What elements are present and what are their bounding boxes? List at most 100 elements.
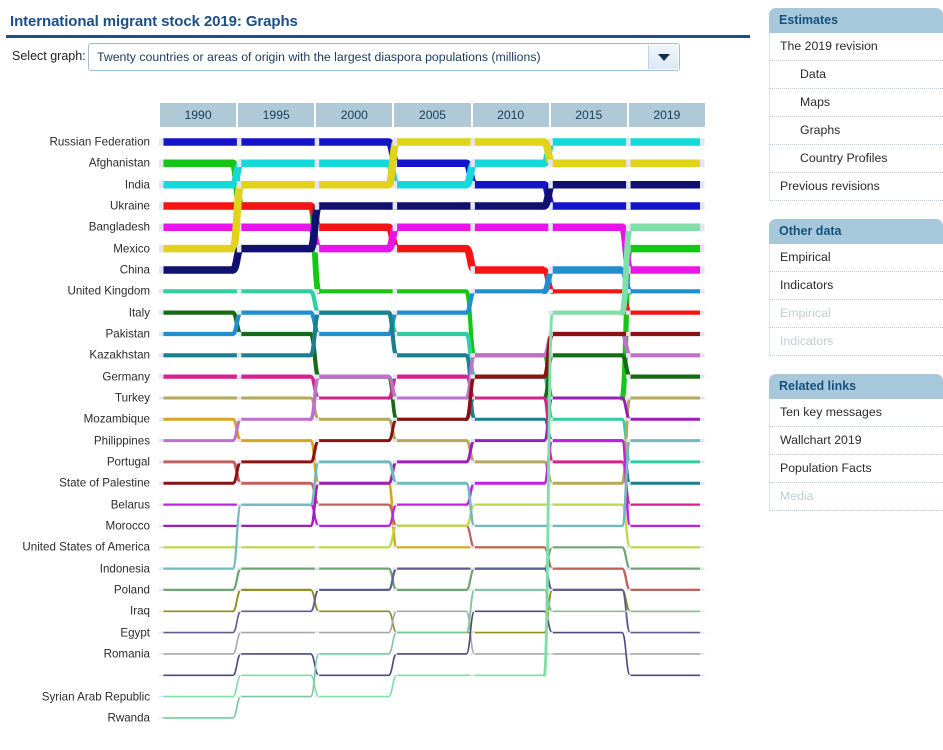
data-point-marker [314,439,320,443]
data-point-marker [159,417,164,421]
graph-selector-row: Select graph: Twenty countries or areas … [0,43,755,71]
data-point-marker [314,546,320,549]
sidebar-item-data[interactable]: Data [770,61,943,89]
data-point-marker [626,588,631,591]
data-point-marker [700,439,705,443]
data-point-marker [700,138,705,146]
data-point-marker [470,374,475,379]
graph-select-value: Twenty countries or areas of origin with… [97,50,541,64]
sidebar-item-country-profiles[interactable]: Country Profiles [770,145,943,173]
data-point-marker [548,610,553,613]
sidebar-panel-title: Other data [769,219,943,244]
data-point-marker [548,223,553,232]
data-point-marker [159,674,164,677]
data-point-marker [470,266,475,274]
data-point-marker [314,460,320,464]
data-point-marker [700,266,705,274]
data-point-marker [392,202,398,210]
data-point-marker [159,460,164,464]
data-point-marker [700,202,705,210]
data-point-marker [700,610,705,613]
sidebar-item-maps[interactable]: Maps [770,89,943,117]
sidebar-item-empirical[interactable]: Empirical [770,244,943,272]
sidebar-panel-items: Empirical Indicators Empirical Indicators [769,244,943,356]
data-point-marker [470,460,475,464]
country-label: Pakistan [105,327,150,341]
sidebar-item-previous-revisions[interactable]: Previous revisions [770,173,943,201]
data-point-marker [700,631,705,634]
data-point-marker [159,180,164,189]
country-label: Egypt [120,626,150,640]
data-point-marker [159,266,164,274]
country-label: United Kingdom [67,284,151,298]
chevron-down-icon[interactable] [648,45,678,69]
data-point-marker [159,481,164,485]
data-point-marker [236,353,242,358]
main-content: International migrant stock 2019: Graphs… [0,0,755,750]
data-point-marker [470,159,475,168]
data-point-marker [700,588,705,591]
country-label: Italy [128,306,150,320]
data-point-marker [314,567,320,570]
data-point-marker [700,546,705,549]
data-point-marker [700,460,705,464]
data-point-marker [314,695,320,698]
sidebar-item-ten-key-messages[interactable]: Ten key messages [770,399,943,427]
sidebar-panel: Other data Empirical Indicators Empirical In… [769,219,943,356]
data-point-marker [626,546,631,549]
data-point-marker [392,481,398,485]
data-point-marker [470,567,475,570]
data-point-marker [626,439,631,443]
data-point-marker [314,631,320,634]
sidebar-panel: Related links Ten key messages Wallchart 2… [769,374,943,511]
country-label: Poland [113,583,150,597]
data-point-marker [159,503,164,506]
data-point-marker [236,503,242,506]
country-label: Turkey [114,391,150,405]
series-line [159,567,705,634]
country-label: India [124,178,150,192]
data-point-marker [314,588,320,591]
sidebar-item-population-facts[interactable]: Population Facts [770,455,943,483]
data-point-marker [159,202,164,210]
series-line [159,610,705,677]
data-point-marker [700,396,705,400]
data-point-marker [626,417,631,421]
data-point-marker [159,223,164,232]
sidebar-panel: Estimates The 2019 revision Data Maps Graphs… [769,8,943,201]
data-point-marker [236,289,242,294]
country-label: Morocco [105,519,150,533]
sidebar-item-indicators[interactable]: Indicators [770,272,943,300]
data-point-marker [700,223,705,232]
data-point-marker [700,244,705,253]
country-label: Germany [102,370,150,384]
data-point-marker [392,374,398,379]
data-point-marker [159,289,164,294]
sidebar-item-wallchart-2019[interactable]: Wallchart 2019 [770,427,943,455]
data-point-marker [159,717,164,719]
country-label: Bangladesh [88,220,150,234]
data-point-marker [159,439,164,443]
sidebar-item-graphs[interactable]: Graphs [770,117,943,145]
data-point-marker [236,396,242,400]
graph-select-dropdown[interactable]: Twenty countries or areas of origin with… [88,43,680,71]
data-point-marker [392,396,398,400]
data-point-marker [548,310,553,315]
data-point-marker [314,524,320,527]
data-point-marker [626,396,631,400]
data-point-marker [314,159,320,168]
data-point-marker [700,353,705,358]
data-point-marker [700,310,705,315]
country-label: Kazakhstan [89,348,150,362]
data-point-marker [159,138,164,146]
data-point-marker [159,631,164,634]
country-label: United States of America [22,540,150,554]
data-point-marker [236,331,242,337]
data-point-marker [392,310,398,315]
data-point-marker [236,695,242,698]
data-point-marker [548,180,553,189]
sidebar-item-the-2019-revision[interactable]: The 2019 revision [770,33,943,61]
data-point-marker [626,159,631,168]
data-point-marker [700,567,705,570]
data-point-marker [700,503,705,506]
